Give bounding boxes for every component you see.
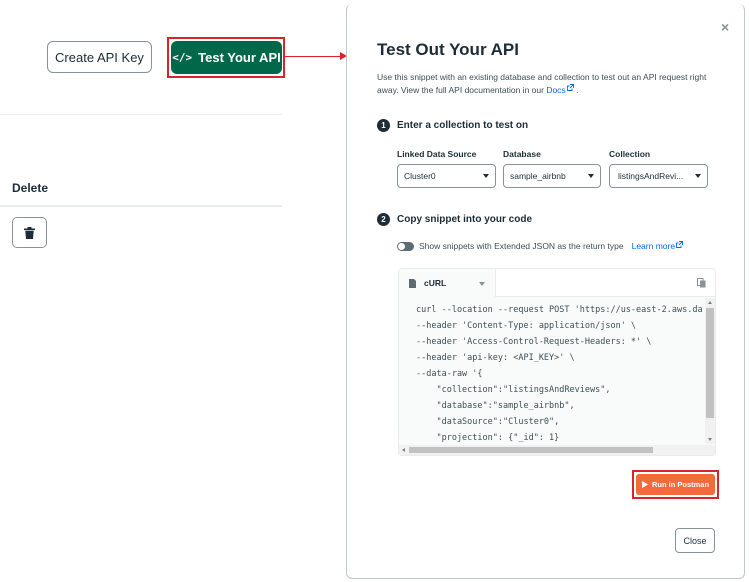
- test-your-api-button[interactable]: </> Test Your API: [171, 41, 282, 74]
- trash-icon: [24, 226, 35, 239]
- collection-label: Collection: [609, 149, 651, 159]
- code-panel-header: cURL: [399, 269, 715, 297]
- chevron-down-icon: [695, 174, 701, 178]
- run-in-postman-label: Run in Postman: [651, 480, 710, 489]
- external-link-icon: [676, 240, 684, 248]
- collection-select[interactable]: listingsAndRevi...: [609, 164, 708, 188]
- delete-button[interactable]: [12, 217, 47, 248]
- copy-icon[interactable]: [697, 278, 706, 288]
- play-icon: [641, 481, 648, 488]
- chevron-down-icon: [479, 282, 485, 286]
- chevron-down-icon: [588, 174, 594, 178]
- code-text[interactable]: curl --location --request POST 'https://…: [399, 298, 705, 444]
- scroll-up-arrow-icon[interactable]: [708, 301, 712, 304]
- toggle-label: Show snippets with Extended JSON as the …: [419, 241, 624, 251]
- extended-json-toggle[interactable]: [397, 241, 414, 251]
- test-your-api-label: Test Your API: [198, 50, 281, 65]
- code-icon: </>: [172, 51, 193, 64]
- code-line: "projection": {"_id": 1}: [416, 433, 560, 443]
- scroll-down-arrow-icon[interactable]: [708, 438, 712, 441]
- close-button[interactable]: Close: [675, 528, 715, 553]
- code-line: "database":"sample_airbnb",: [416, 401, 575, 411]
- database-value: sample_airbnb: [510, 171, 566, 181]
- modal-title: Test Out Your API: [377, 40, 519, 59]
- external-link-icon: [566, 84, 574, 91]
- vertical-scrollbar[interactable]: [705, 298, 715, 444]
- scrollbar-thumb[interactable]: [409, 447, 653, 453]
- modal-description: Use this snippet with an existing databa…: [377, 71, 727, 97]
- file-icon: [409, 278, 416, 288]
- step-2-number: 2: [377, 213, 390, 226]
- code-line: --data-raw '{: [416, 369, 483, 379]
- language-value: cURL: [424, 278, 447, 288]
- linked-data-source-value: Cluster0: [404, 171, 436, 181]
- close-icon[interactable]: ×: [721, 19, 729, 35]
- code-line: "dataSource":"Cluster0",: [416, 417, 560, 427]
- docs-link[interactable]: Docs: [546, 85, 565, 95]
- table-header-divider: [0, 205, 282, 207]
- code-line: --header 'Content-Type: application/json…: [416, 321, 637, 331]
- step-1-label: Enter a collection to test on: [397, 120, 529, 131]
- step-1-number: 1: [377, 119, 390, 132]
- collection-value: listingsAndRevi...: [618, 171, 684, 181]
- database-select[interactable]: sample_airbnb: [503, 164, 601, 188]
- description-text: Use this snippet with an existing databa…: [377, 72, 707, 95]
- horizontal-scrollbar[interactable]: [399, 445, 715, 455]
- scroll-left-arrow-icon[interactable]: [402, 448, 405, 452]
- linked-data-source-select[interactable]: Cluster0: [397, 164, 496, 188]
- code-snippet-panel: cURL curl --location --request POST 'htt…: [398, 268, 716, 456]
- learn-more-link[interactable]: Learn more: [632, 241, 675, 251]
- description-end: .: [576, 85, 579, 95]
- test-api-modal: × Test Out Your API Use this snippet wit…: [346, 4, 745, 579]
- step-1: 1 Enter a collection to test on: [377, 119, 528, 132]
- delete-column-header: Delete: [12, 181, 49, 195]
- language-select[interactable]: cURL: [399, 269, 496, 297]
- extended-json-toggle-row: Show snippets with Extended JSON as the …: [397, 240, 684, 251]
- create-api-key-button[interactable]: Create API Key: [47, 41, 152, 73]
- run-in-postman-button[interactable]: Run in Postman: [636, 474, 715, 495]
- close-button-label: Close: [683, 535, 707, 546]
- linked-data-source-label: Linked Data Source: [397, 149, 477, 159]
- callout-arrow-line: [285, 56, 342, 57]
- chevron-down-icon: [483, 174, 489, 178]
- step-2: 2 Copy snippet into your code: [377, 213, 532, 226]
- code-line: "collection":"listingsAndReviews",: [416, 385, 611, 395]
- code-line: --header 'api-key: <API_KEY>' \: [416, 353, 575, 363]
- screen: Create API Key </> Test Your API Delete …: [0, 0, 749, 582]
- code-line: --header 'Access-Control-Request-Headers…: [416, 337, 652, 347]
- code-line: curl --location --request POST 'https://…: [416, 305, 703, 315]
- create-api-key-label: Create API Key: [55, 49, 144, 65]
- step-2-label: Copy snippet into your code: [397, 214, 533, 225]
- database-label: Database: [503, 149, 541, 159]
- divider: [0, 114, 282, 115]
- scrollbar-thumb[interactable]: [706, 308, 714, 418]
